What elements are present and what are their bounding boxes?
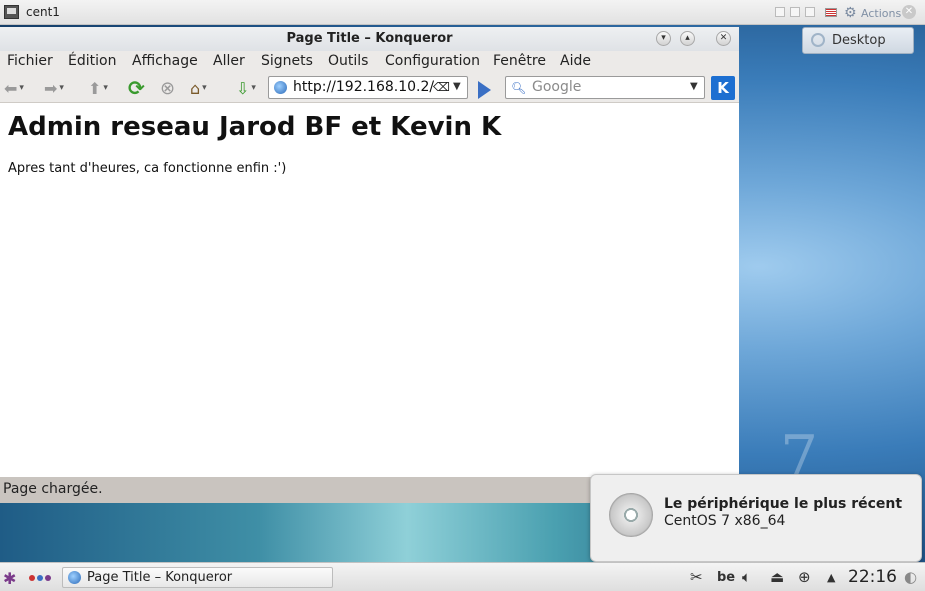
download-button[interactable]: ⇩ ▾ bbox=[236, 77, 256, 99]
globe-icon bbox=[274, 81, 287, 94]
dot-icon bbox=[37, 575, 43, 581]
menu-edition[interactable]: Édition bbox=[68, 53, 116, 69]
network-icon[interactable]: ⊕ bbox=[798, 568, 811, 586]
dot-icon bbox=[29, 575, 35, 581]
terminal-icon bbox=[4, 5, 19, 19]
arrow-right-icon: ➡ bbox=[44, 78, 58, 98]
chevron-up-icon[interactable]: ▲ bbox=[827, 571, 835, 584]
taskbar: ✱ Page Title – Konqueror ✂ be 🔈︎ ⏏ ⊕ ▲ 2… bbox=[0, 562, 925, 591]
kde-logo-button[interactable]: K bbox=[711, 76, 735, 100]
forward-button[interactable]: ➡ ▾ bbox=[44, 77, 64, 99]
window-titlebar[interactable]: Page Title – Konqueror ▾ ▴ ✕ bbox=[0, 27, 739, 51]
page-paragraph: Apres tant d'heures, ca fonctionne enfin… bbox=[8, 161, 287, 176]
reload-icon: ⟳ bbox=[128, 76, 145, 100]
menu-signets[interactable]: Signets bbox=[261, 53, 313, 69]
panel-settings-icon[interactable]: ◐ bbox=[904, 568, 917, 586]
actions-menu-button[interactable]: Actions bbox=[861, 7, 901, 20]
task-label: Page Title – Konqueror bbox=[87, 570, 233, 585]
notification-title: Le périphérique le plus récent bbox=[664, 496, 903, 512]
device-notifier-icon[interactable]: ⏏ bbox=[770, 568, 784, 586]
vm-restore-button[interactable] bbox=[790, 7, 800, 17]
konqueror-window: Page Title – Konqueror ▾ ▴ ✕ Fichier Édi… bbox=[0, 27, 739, 503]
window-close-button[interactable]: ✕ bbox=[716, 31, 731, 46]
vm-titlebar: cent1 ⚙ Actions ✕ bbox=[0, 0, 925, 25]
download-icon: ⇩ bbox=[236, 78, 250, 98]
application-launcher-icon[interactable]: ✱ bbox=[3, 569, 16, 588]
cd-disc-icon bbox=[609, 493, 653, 537]
chevron-down-icon[interactable]: ▼ bbox=[690, 81, 698, 92]
device-notification[interactable]: Le périphérique le plus récent CentOS 7 … bbox=[590, 474, 922, 562]
notification-subtitle: CentOS 7 x86_64 bbox=[664, 513, 786, 529]
menubar: Fichier Édition Affichage Aller Signets … bbox=[0, 51, 739, 73]
toolbar: ⬅ ▾ ➡ ▾ ⬆ ▾ ⟳ ⊗ ⌂ ▾ ⇩ ▾ http://192.168.10.2/ … bbox=[0, 73, 739, 103]
desktop-toolbox-button[interactable]: Desktop bbox=[802, 27, 914, 54]
home-icon: ⌂ bbox=[190, 78, 201, 98]
gear-icon[interactable]: ⚙ bbox=[844, 5, 857, 21]
dot-icon bbox=[45, 575, 51, 581]
window-maximize-button[interactable]: ▴ bbox=[680, 31, 695, 46]
scissors-icon[interactable]: ✂ bbox=[690, 568, 703, 586]
desktop-icon bbox=[811, 33, 825, 47]
status-text: Page chargée. bbox=[3, 481, 103, 497]
konqueror-icon bbox=[68, 571, 81, 584]
search-icon: 🔍︎ bbox=[511, 81, 527, 95]
desktop-button-label: Desktop bbox=[832, 33, 886, 48]
menu-aide[interactable]: Aide bbox=[560, 53, 591, 69]
vm-title: cent1 bbox=[26, 5, 60, 19]
clear-url-icon[interactable]: ⌫ bbox=[433, 80, 450, 94]
search-placeholder: Google bbox=[532, 79, 582, 95]
stop-button[interactable]: ⊗ bbox=[160, 77, 175, 99]
chevron-down-icon: ▾ bbox=[19, 83, 24, 93]
chevron-down-icon: ▾ bbox=[251, 83, 256, 93]
page-content: Admin reseau Jarod BF et Kevin K Apres t… bbox=[0, 104, 739, 477]
keyboard-layout-indicator[interactable]: be bbox=[717, 570, 735, 585]
vm-maximize-button[interactable] bbox=[805, 7, 815, 17]
pager-dots[interactable] bbox=[29, 575, 51, 581]
menu-fenetre[interactable]: Fenêtre bbox=[493, 53, 546, 69]
search-input[interactable]: 🔍︎ Google ▼ bbox=[505, 76, 705, 99]
menu-affichage[interactable]: Affichage bbox=[132, 53, 198, 69]
window-menu-button[interactable]: ▾ bbox=[656, 31, 671, 46]
menu-aller[interactable]: Aller bbox=[213, 53, 245, 69]
home-button[interactable]: ⌂ ▾ bbox=[190, 77, 207, 99]
page-heading: Admin reseau Jarod BF et Kevin K bbox=[8, 112, 502, 142]
window-title: Page Title – Konqueror bbox=[286, 31, 453, 46]
vm-window-controls bbox=[775, 7, 815, 17]
arrow-left-icon: ⬅ bbox=[4, 78, 18, 98]
chevron-down-icon[interactable]: ▼ bbox=[453, 81, 461, 92]
menu-fichier[interactable]: Fichier bbox=[7, 53, 53, 69]
vm-close-button[interactable]: ✕ bbox=[902, 5, 916, 19]
vm-minimize-button[interactable] bbox=[775, 7, 785, 17]
task-konqueror[interactable]: Page Title – Konqueror bbox=[62, 567, 333, 588]
chevron-down-icon: ▾ bbox=[59, 83, 64, 93]
back-button[interactable]: ⬅ ▾ bbox=[4, 77, 24, 99]
url-text: http://192.168.10.2/ bbox=[293, 79, 435, 95]
stop-icon: ⊗ bbox=[160, 77, 176, 99]
chevron-down-icon: ▾ bbox=[103, 83, 108, 93]
go-button[interactable] bbox=[478, 81, 491, 99]
menu-outils[interactable]: Outils bbox=[328, 53, 368, 69]
chevron-down-icon: ▾ bbox=[202, 83, 207, 93]
menu-configuration[interactable]: Configuration bbox=[385, 53, 480, 69]
url-input[interactable]: http://192.168.10.2/ ⌫ ▼ bbox=[268, 76, 468, 99]
keyboard-flag-icon[interactable] bbox=[825, 8, 837, 17]
clock[interactable]: 22:16 bbox=[848, 567, 897, 587]
volume-icon[interactable]: 🔈︎ bbox=[742, 568, 751, 586]
arrow-up-icon: ⬆ bbox=[88, 78, 102, 98]
up-button[interactable]: ⬆ ▾ bbox=[88, 77, 108, 99]
reload-button[interactable]: ⟳ bbox=[128, 76, 145, 100]
